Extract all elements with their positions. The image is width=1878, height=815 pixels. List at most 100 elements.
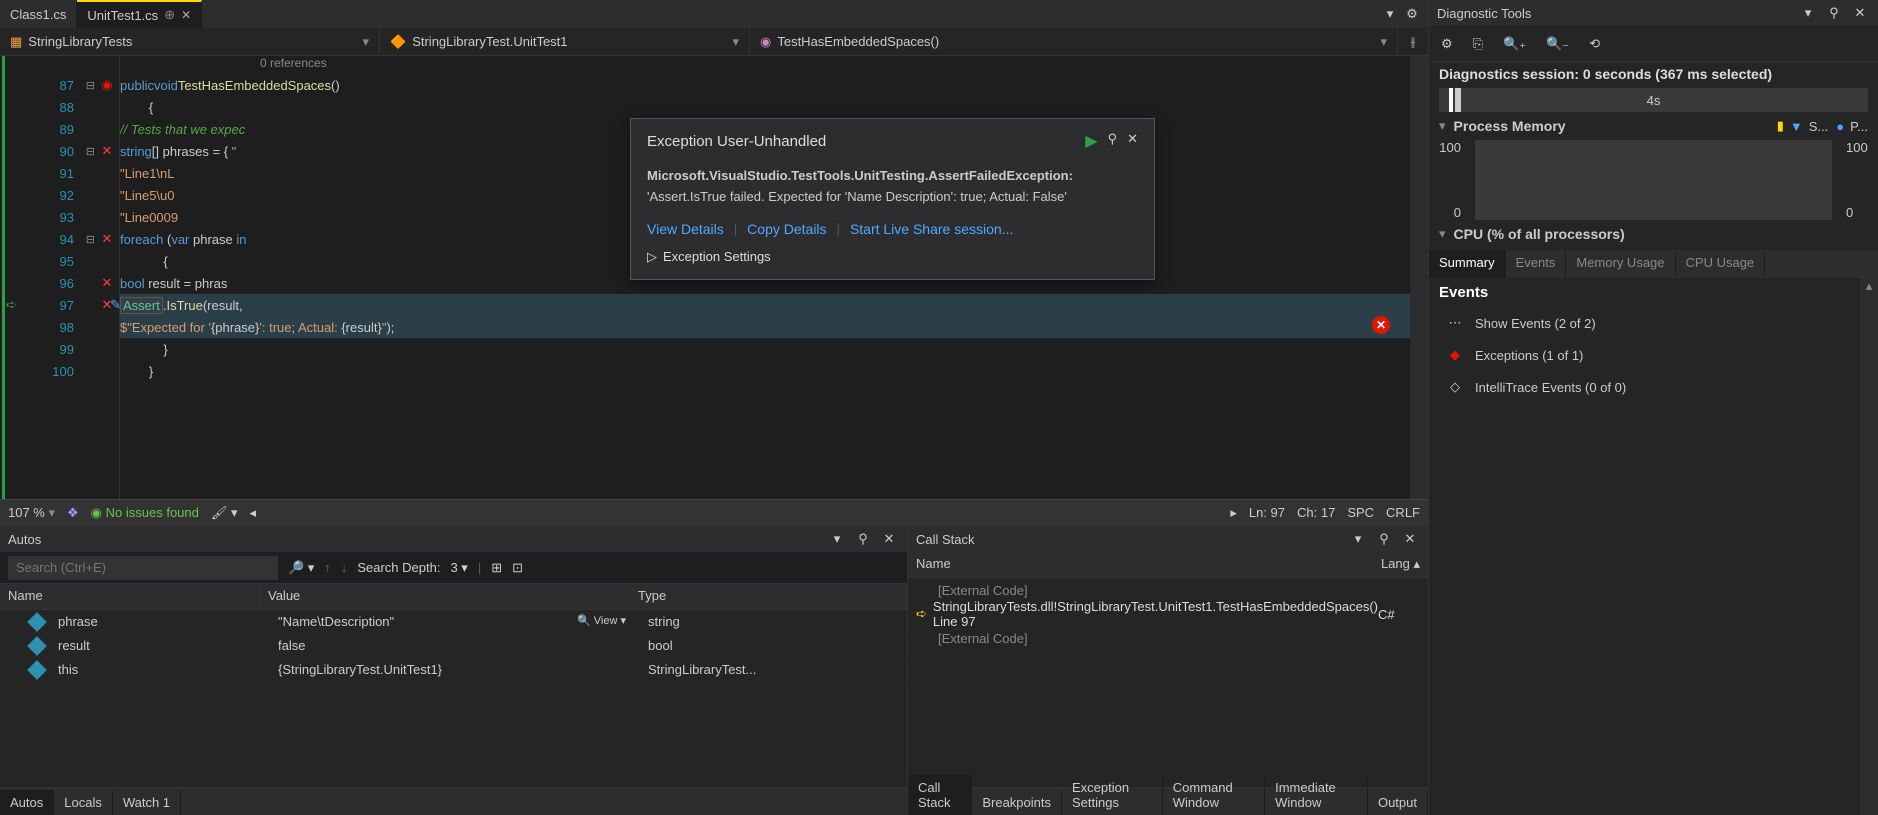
event-intellitrace[interactable]: ◇ IntelliTrace Events (0 of 0) bbox=[1429, 371, 1878, 403]
expand-icon[interactable]: ⊡ bbox=[512, 560, 523, 576]
close-icon[interactable]: ✕ bbox=[1127, 131, 1138, 151]
line-indicator[interactable]: Ln: 97 bbox=[1249, 505, 1285, 520]
window-menu-icon[interactable]: ▾ bbox=[827, 529, 847, 549]
tab-summary[interactable]: Summary bbox=[1429, 250, 1506, 278]
code-area[interactable]: 0 references public void TestHasEmbedded… bbox=[120, 56, 1410, 499]
col-lang[interactable]: Lang ▴ bbox=[1368, 552, 1428, 577]
codelens-references[interactable]: 0 references bbox=[120, 56, 1410, 74]
search-icon[interactable]: 🔎 ▾ bbox=[288, 560, 314, 576]
pin-icon[interactable]: ⚲ bbox=[1108, 131, 1118, 151]
tab-excsettings[interactable]: Exception Settings bbox=[1062, 775, 1163, 815]
breadcrumb-class[interactable]: 🔶StringLibraryTest.UnitTest1▾ bbox=[380, 28, 750, 55]
autos-columns: Name Value Type bbox=[0, 584, 907, 610]
window-menu-icon[interactable]: ▾ bbox=[1798, 3, 1818, 23]
brush-icon[interactable]: 🖌 ▾ bbox=[211, 505, 238, 521]
tab-events[interactable]: Events bbox=[1506, 250, 1567, 278]
collapse-icon[interactable]: ▾ bbox=[1439, 118, 1446, 134]
autos-row[interactable]: result false bool bbox=[0, 634, 907, 658]
fold-icon[interactable]: ⊟ bbox=[86, 79, 95, 92]
gutter: 87⊟◉ 88 89 90⊟✕ 91 92 93 94⊟✕ 95 96✕ ➪97… bbox=[0, 56, 120, 499]
col-type[interactable]: Type bbox=[630, 584, 907, 609]
close-icon[interactable]: ✕ bbox=[181, 8, 191, 22]
view-visualizer[interactable]: 🔍 View ▾ bbox=[577, 614, 632, 629]
zoom-out-icon[interactable]: 🔍₋ bbox=[1546, 36, 1569, 52]
zoom-level[interactable]: 107 % bbox=[8, 505, 55, 521]
tab-watch1[interactable]: Watch 1 bbox=[113, 790, 181, 815]
autos-row[interactable]: phrase "Name\tDescription"🔍 View ▾ strin… bbox=[0, 610, 907, 634]
scrollbar[interactable]: ▴ bbox=[1860, 278, 1878, 815]
close-icon[interactable]: ✕ bbox=[1400, 529, 1420, 549]
close-icon[interactable]: ✕ bbox=[1850, 3, 1870, 23]
lineend-indicator[interactable]: CRLF bbox=[1386, 505, 1420, 520]
diag-timeline[interactable]: 4s bbox=[1439, 88, 1868, 112]
tree-icon[interactable]: ⊞ bbox=[491, 560, 502, 576]
callstack-row[interactable]: ➪ StringLibraryTests.dll!StringLibraryTe… bbox=[908, 602, 1428, 626]
search-input[interactable] bbox=[8, 556, 278, 580]
health-icon[interactable]: ❖ bbox=[67, 505, 79, 521]
col-indicator[interactable]: Ch: 17 bbox=[1297, 505, 1335, 520]
live-share-link[interactable]: Start Live Share session... bbox=[850, 221, 1013, 237]
tab-locals[interactable]: Locals bbox=[54, 790, 113, 815]
window-menu-icon[interactable]: ▾ bbox=[1348, 529, 1368, 549]
breakpoint-fail-icon[interactable]: ✕ bbox=[99, 297, 115, 313]
tab-autos[interactable]: Autos bbox=[0, 790, 54, 815]
snapshot-icon[interactable]: ⎘ bbox=[1473, 36, 1483, 52]
variable-icon bbox=[27, 612, 47, 632]
collapse-icon[interactable]: ▾ bbox=[1439, 226, 1446, 242]
breakpoint-fail-icon[interactable]: ✕ bbox=[99, 143, 115, 159]
tab-cpuusage[interactable]: CPU Usage bbox=[1676, 250, 1766, 278]
tab-memusage[interactable]: Memory Usage bbox=[1566, 250, 1675, 278]
breadcrumb-method[interactable]: ◉TestHasEmbeddedSpaces()▾ bbox=[750, 28, 1398, 55]
breadcrumb-namespace[interactable]: ▦StringLibraryTests▾ bbox=[0, 28, 380, 55]
col-name[interactable]: Name bbox=[908, 552, 1368, 577]
tab-cmdwindow[interactable]: Command Window bbox=[1163, 775, 1265, 815]
zoom-in-icon[interactable]: 🔍₊ bbox=[1503, 36, 1526, 52]
pin-icon[interactable]: ⊕ bbox=[164, 7, 175, 23]
callstack-panel: Call Stack ▾ ⚲ ✕ Name Lang ▴ [External C… bbox=[908, 526, 1428, 815]
view-details-link[interactable]: View Details bbox=[647, 221, 724, 237]
issues-status[interactable]: ◉ No issues found bbox=[91, 505, 199, 521]
col-value[interactable]: Value bbox=[260, 584, 630, 609]
gear-icon[interactable]: ⚙ bbox=[1402, 4, 1422, 24]
variable-icon bbox=[27, 636, 47, 656]
reset-zoom-icon[interactable]: ⟲ bbox=[1589, 36, 1600, 52]
event-exceptions[interactable]: ◆ Exceptions (1 of 1) bbox=[1429, 339, 1878, 371]
fold-icon[interactable]: ⊟ bbox=[86, 233, 95, 246]
col-name[interactable]: Name bbox=[0, 584, 260, 609]
minimap[interactable] bbox=[1410, 56, 1428, 499]
close-icon[interactable]: ✕ bbox=[879, 529, 899, 549]
breakpoint-fail-icon[interactable]: ✕ bbox=[99, 275, 115, 291]
copy-details-link[interactable]: Copy Details bbox=[747, 221, 826, 237]
autos-row[interactable]: this {StringLibraryTest.UnitTest1} Strin… bbox=[0, 658, 907, 682]
callstack-row[interactable]: [External Code] bbox=[908, 626, 1428, 650]
status-bar: 107 % ❖ ◉ No issues found 🖌 ▾ ◂ ▸ Ln: 97… bbox=[0, 499, 1428, 525]
error-badge-icon[interactable]: ✕ bbox=[1372, 316, 1390, 334]
current-frame-icon: ➪ bbox=[916, 606, 927, 622]
exception-message: Microsoft.VisualStudio.TestTools.UnitTes… bbox=[647, 165, 1138, 207]
prev-icon[interactable]: ↑ bbox=[324, 560, 331, 575]
split-icon[interactable]: ⫲ bbox=[1403, 32, 1423, 52]
continue-icon[interactable]: ▶ bbox=[1085, 131, 1097, 151]
pin-icon[interactable]: ⚲ bbox=[1824, 3, 1844, 23]
indent-indicator[interactable]: SPC bbox=[1347, 505, 1374, 520]
tab-unittest1[interactable]: UnitTest1.cs ⊕ ✕ bbox=[77, 0, 202, 28]
gear-icon[interactable]: ⚙ bbox=[1441, 36, 1453, 52]
tab-immediate[interactable]: Immediate Window bbox=[1265, 775, 1368, 815]
tab-class1[interactable]: Class1.cs bbox=[0, 0, 77, 28]
search-depth-label: Search Depth: bbox=[357, 560, 440, 575]
tab-callstack[interactable]: Call Stack bbox=[908, 775, 972, 815]
next-icon[interactable]: ↓ bbox=[341, 560, 348, 575]
memory-chart[interactable] bbox=[1475, 140, 1832, 220]
tab-output[interactable]: Output bbox=[1368, 790, 1428, 815]
tab-breakpoints[interactable]: Breakpoints bbox=[972, 790, 1062, 815]
fold-icon[interactable]: ⊟ bbox=[86, 145, 95, 158]
pin-icon[interactable]: ⚲ bbox=[853, 529, 873, 549]
search-depth-value[interactable]: 3 ▾ bbox=[450, 560, 467, 576]
code-editor[interactable]: 87⊟◉ 88 89 90⊟✕ 91 92 93 94⊟✕ 95 96✕ ➪97… bbox=[0, 56, 1428, 499]
event-show-all[interactable]: ⋯ Show Events (2 of 2) bbox=[1429, 307, 1878, 339]
pin-icon[interactable]: ⚲ bbox=[1374, 529, 1394, 549]
chevron-down-icon[interactable]: ▾ bbox=[1380, 4, 1400, 24]
events-title: Events bbox=[1429, 278, 1878, 307]
breakpoint-fail-icon[interactable]: ✕ bbox=[99, 231, 115, 247]
exception-settings-toggle[interactable]: ▷Exception Settings bbox=[647, 249, 1138, 265]
